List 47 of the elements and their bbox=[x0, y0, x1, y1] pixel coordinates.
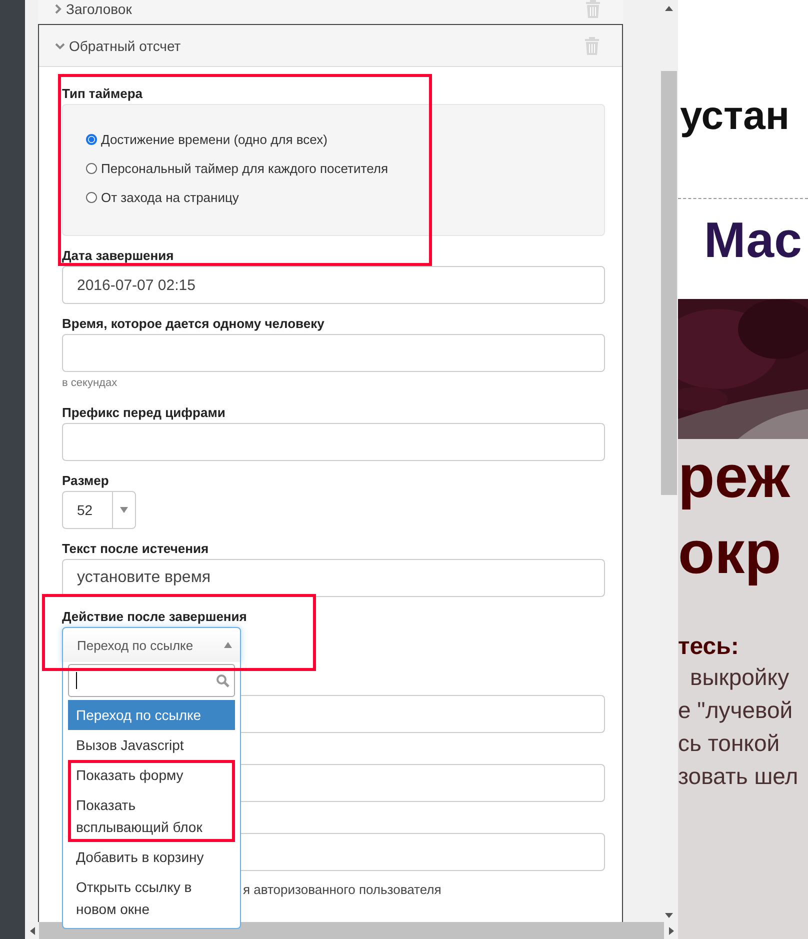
input-field[interactable]: 2016-07-07 02:15 bbox=[62, 266, 605, 304]
section-title: Заголовок bbox=[66, 1, 133, 17]
preview-text: тесь: bbox=[678, 633, 740, 661]
scroll-left-icon[interactable] bbox=[30, 926, 34, 934]
preview-text: е "лучевой bbox=[678, 696, 794, 725]
preview-text: выкройку bbox=[689, 663, 790, 692]
field-label: Действие после завершения bbox=[62, 609, 248, 625]
dropdown-option[interactable]: Показать всплывающий блок bbox=[68, 790, 235, 842]
preview-text: окр bbox=[678, 518, 782, 588]
input-field[interactable] bbox=[62, 334, 605, 372]
scroll-up-icon[interactable] bbox=[665, 6, 673, 11]
size-select[interactable]: 52 bbox=[62, 491, 136, 529]
checkbox-label: я авторизованного пользователя bbox=[243, 882, 442, 897]
radio-button[interactable] bbox=[86, 192, 97, 203]
search-icon bbox=[216, 674, 230, 688]
dropdown-option[interactable]: Переход по ссылке bbox=[68, 700, 235, 730]
input-field[interactable]: установите время bbox=[62, 559, 605, 597]
field-label: Размер bbox=[62, 473, 110, 489]
field-label: Время, которое дается одному человеку bbox=[62, 316, 326, 332]
radio-label: Достижение времени (одно для всех) bbox=[101, 132, 328, 147]
section-header[interactable]: Заголовок bbox=[38, 0, 623, 24]
search-field[interactable] bbox=[68, 664, 235, 697]
section-header[interactable]: Обратный отсчет bbox=[39, 25, 622, 67]
caret-up-icon bbox=[224, 642, 232, 648]
preview-text: сь тонкой bbox=[678, 729, 781, 758]
hint-text: в секундах bbox=[62, 376, 118, 390]
preview-text: Мас bbox=[678, 199, 808, 299]
dropdown-option[interactable]: Вызов Javascript bbox=[68, 730, 235, 760]
preview-text: зовать шел bbox=[678, 762, 800, 791]
scroll-right-icon[interactable] bbox=[668, 926, 674, 934]
field-label: Префикс перед цифрами bbox=[62, 405, 226, 421]
preview-text: реж bbox=[678, 442, 792, 512]
radio-button[interactable] bbox=[86, 163, 97, 174]
radio-label: От захода на страницу bbox=[101, 190, 239, 205]
field-label: Дата завершения bbox=[62, 248, 175, 264]
field-label: Текст после истечения bbox=[62, 541, 210, 557]
action-select[interactable]: Переход по ссылке bbox=[62, 627, 241, 663]
radio-label: Персональный таймер для каждого посетителя bbox=[101, 161, 388, 176]
preview-text: устан bbox=[678, 0, 808, 198]
dropdown-option[interactable]: Добавить в корзину bbox=[68, 842, 235, 872]
section-title: Обратный отсчет bbox=[69, 38, 182, 54]
dropdown-option[interactable]: Открыть ссылку в новом окне bbox=[68, 872, 235, 924]
dropdown-option[interactable]: Показать форму bbox=[68, 760, 235, 790]
scroll-down-icon[interactable] bbox=[665, 913, 673, 918]
input-field[interactable] bbox=[62, 423, 605, 461]
radio-button[interactable] bbox=[86, 134, 97, 145]
field-label: Тип таймера bbox=[62, 86, 144, 102]
